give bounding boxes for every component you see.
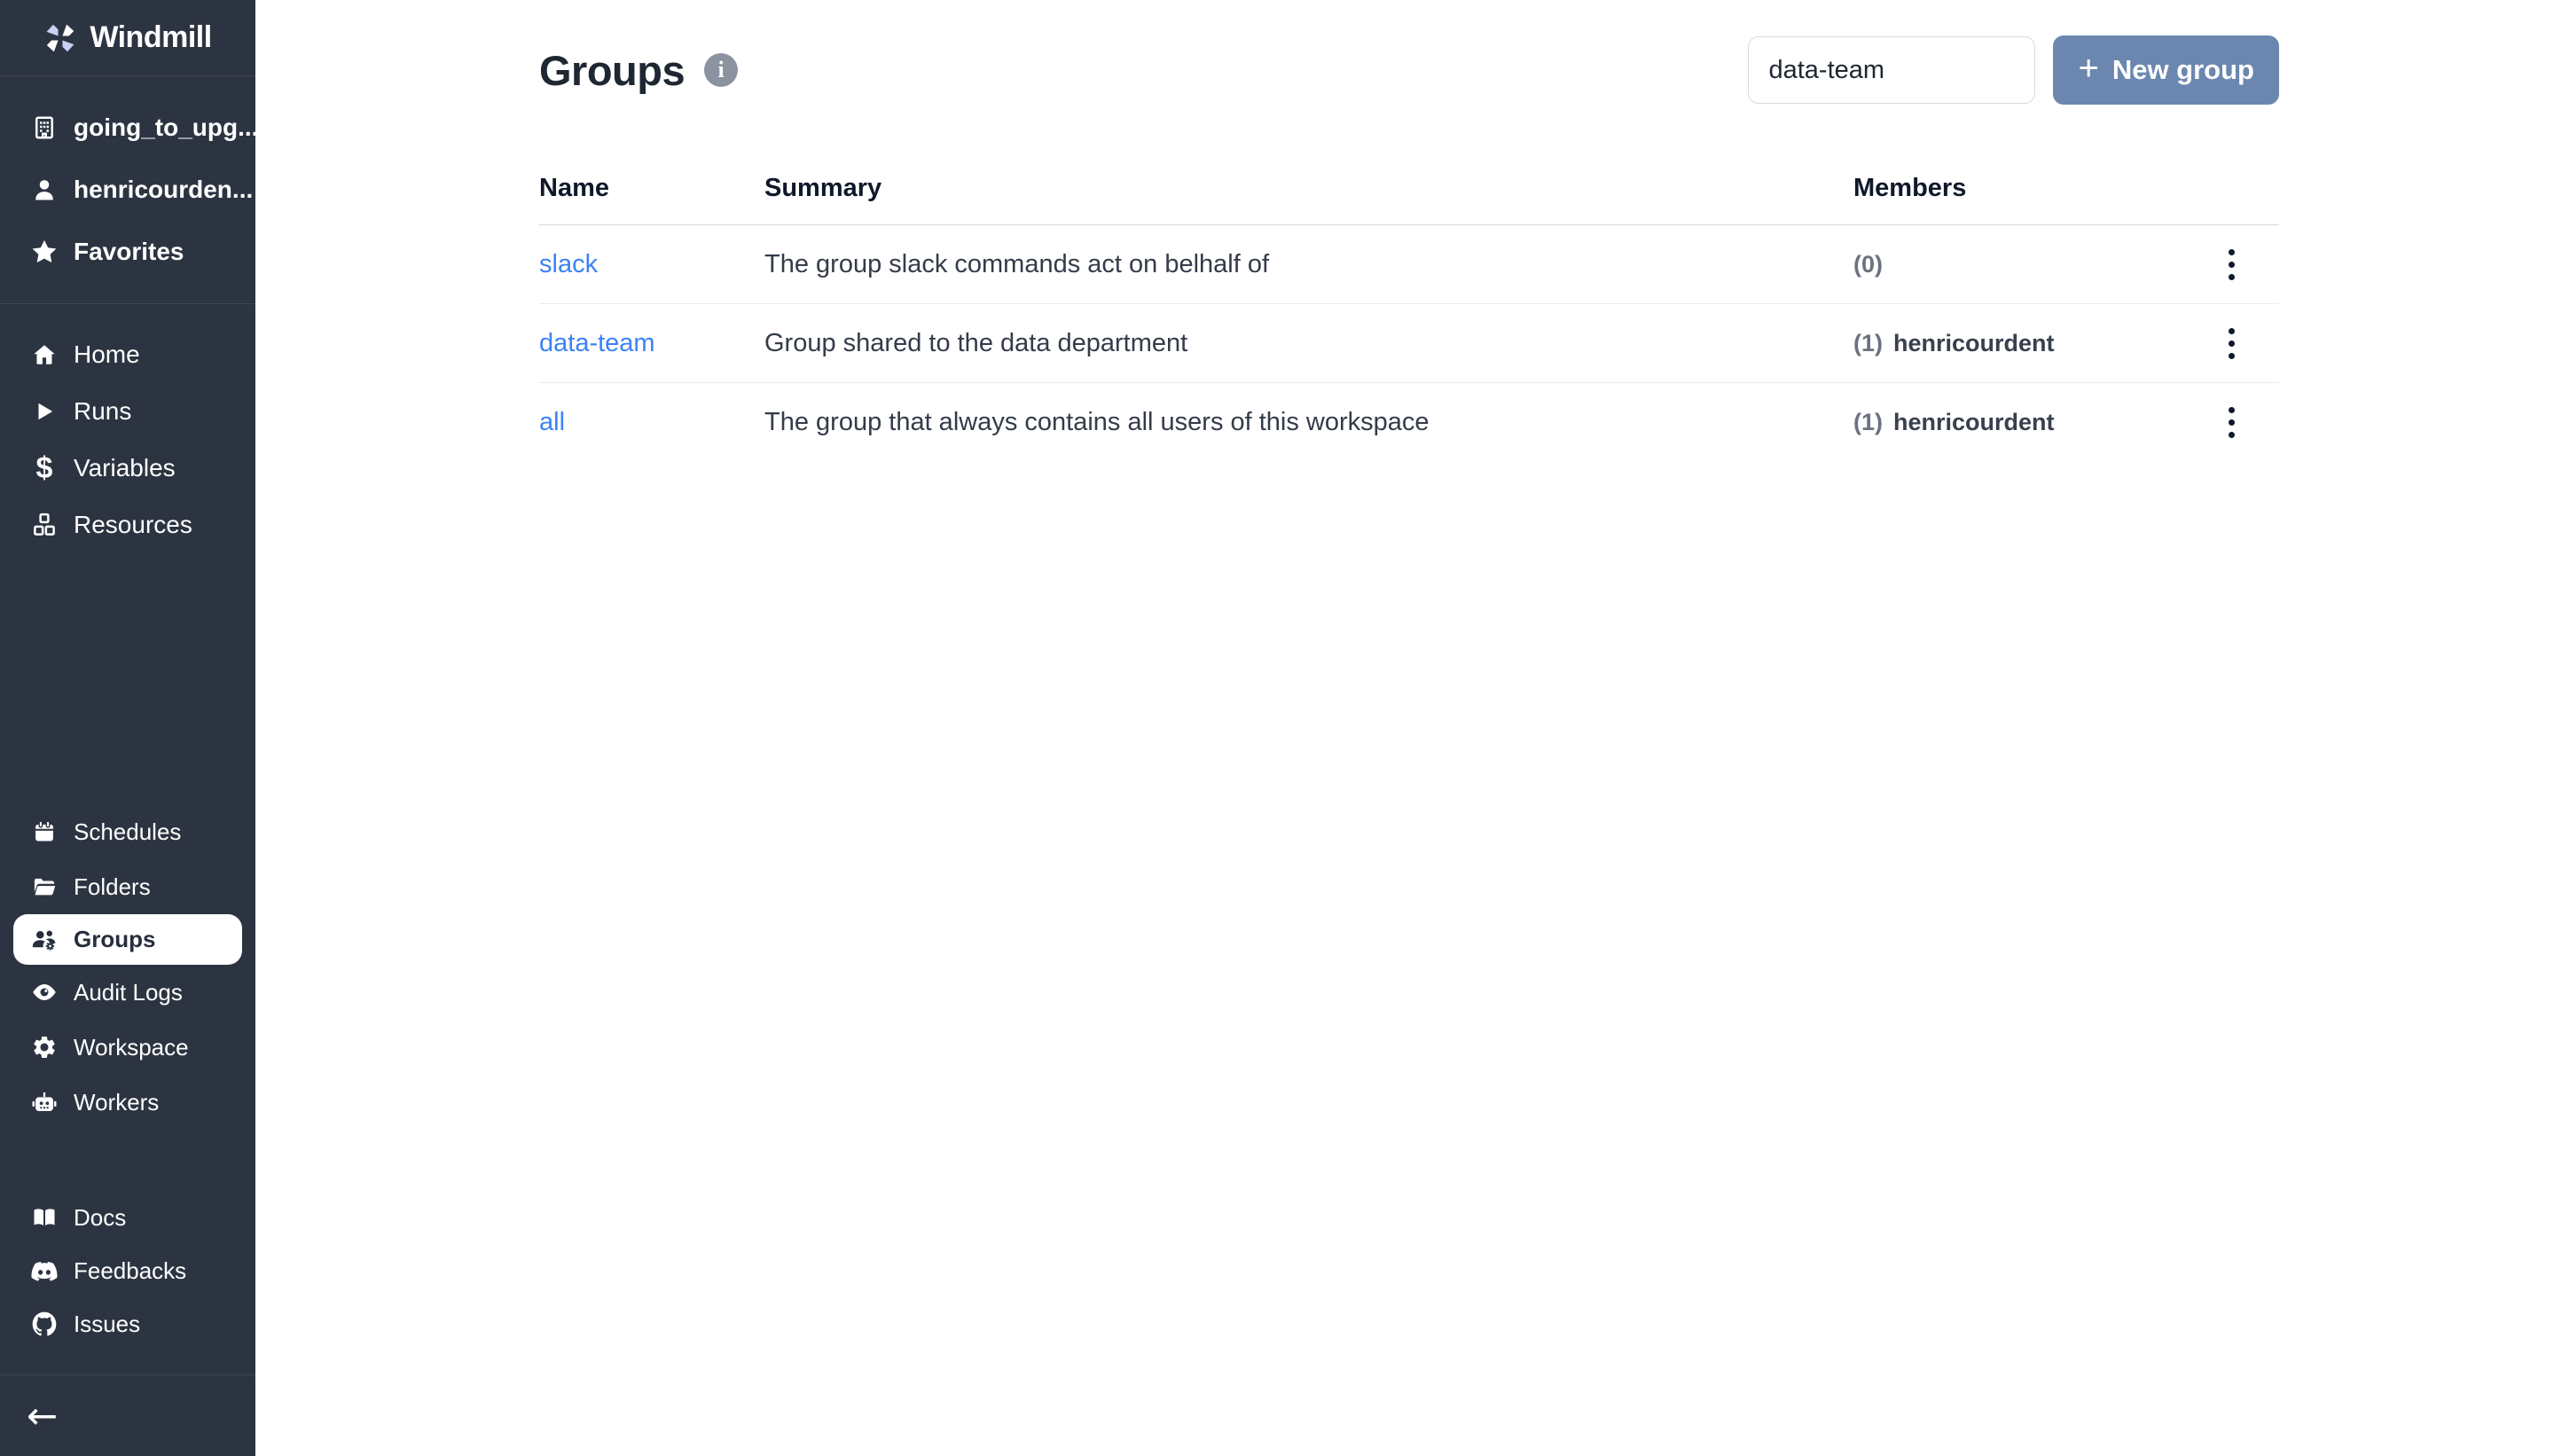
calendar-icon [29,817,59,847]
sidebar-primary-nav: Home Runs $ Variables [0,304,255,562]
column-header-name: Name [539,174,764,203]
app-logo[interactable]: Windmill [0,0,255,76]
nav-label: Issues [74,1311,140,1338]
table-row: data-team Group shared to the data depar… [539,304,2279,383]
members-count: (1) [1853,409,1883,436]
cubes-icon [29,510,59,540]
user-icon [29,175,59,205]
sidebar-external-nav: Docs Feedbacks Issues [0,1191,255,1374]
row-menu-button[interactable] [2216,239,2247,291]
group-members: (1) henricourdent [1853,330,2183,357]
column-header-summary: Summary [764,174,1853,203]
members-names: henricourdent [1893,330,2055,357]
dollar-icon: $ [29,453,59,483]
github-icon [29,1309,59,1339]
group-members: (1) henricourdent [1853,409,2183,436]
nav-label: Home [74,341,140,369]
nav-label: Workers [74,1089,159,1116]
new-group-button-label: New group [2112,54,2254,86]
main-content: Groups i + New group Name Summary Member… [255,0,2554,1456]
user-name: henricourden... [74,176,253,204]
sidebar-footer: ← [0,1374,255,1456]
nav-label: Resources [74,511,192,539]
info-icon[interactable]: i [704,53,738,87]
workspace-name: going_to_upg... [74,114,258,142]
star-icon [29,237,59,267]
favorites-label: Favorites [74,238,184,266]
book-icon [29,1202,59,1233]
sidebar-secondary-nav: Schedules Folders [0,804,255,1130]
play-icon [29,396,59,427]
user-menu[interactable]: henricourden... [0,159,255,221]
sidebar-item-home[interactable]: Home [0,326,255,383]
nav-label: Workspace [74,1034,189,1061]
sidebar-item-favorites[interactable]: Favorites [0,221,255,283]
kebab-icon [2229,249,2235,255]
members-count: (0) [1853,251,1883,278]
nav-label: Docs [74,1204,126,1232]
kebab-icon [2229,328,2235,334]
table-row: slack The group slack commands act on be… [539,225,2279,304]
sidebar-item-docs[interactable]: Docs [0,1191,255,1244]
home-icon [29,340,59,370]
nav-label: Runs [74,397,131,426]
folder-icon [29,872,59,902]
collapse-sidebar-button[interactable]: ← [27,1397,58,1435]
group-summary: The group slack commands act on belhalf … [764,250,1853,279]
nav-label: Audit Logs [74,979,183,1006]
sidebar-context-section: going_to_upg... henricourden... Favor [0,76,255,303]
nav-label: Folders [74,873,151,901]
workspace-switcher[interactable]: going_to_upg... [0,97,255,159]
windmill-logo-icon [43,21,77,55]
members-names: henricourdent [1893,409,2055,436]
eye-icon [29,977,59,1007]
gear-icon [29,1032,59,1062]
new-group-name-input[interactable] [1748,36,2035,104]
group-link[interactable]: all [539,408,565,436]
sidebar-item-workspace[interactable]: Workspace [0,1020,255,1075]
group-summary: Group shared to the data department [764,329,1853,358]
row-menu-button[interactable] [2216,317,2247,370]
new-group-button[interactable]: + New group [2053,35,2279,105]
nav-label: Variables [74,454,176,482]
group-members: (0) [1853,251,2183,278]
sidebar-item-audit-logs[interactable]: Audit Logs [0,965,255,1020]
discord-icon [29,1256,59,1286]
column-header-members: Members [1853,174,2183,203]
sidebar-item-variables[interactable]: $ Variables [0,440,255,497]
page-title: Groups [539,46,685,95]
nav-label: Schedules [74,818,181,846]
members-count: (1) [1853,330,1883,357]
nav-label: Groups [74,926,155,953]
group-summary: The group that always contains all users… [764,408,1853,437]
group-link[interactable]: data-team [539,329,655,357]
group-link[interactable]: slack [539,250,598,278]
table-header-row: Name Summary Members [539,153,2279,225]
user-group-icon [29,925,59,955]
sidebar-spacer [0,562,255,804]
left-arrow-icon: ← [27,1394,58,1437]
sidebar-item-schedules[interactable]: Schedules [0,804,255,859]
kebab-icon [2229,407,2235,413]
table-row: all The group that always contains all u… [539,383,2279,462]
robot-icon [29,1087,59,1117]
sidebar: Windmill going_to_upg... [0,0,255,1456]
sidebar-item-issues[interactable]: Issues [0,1297,255,1350]
sidebar-item-runs[interactable]: Runs [0,383,255,440]
nav-label: Feedbacks [74,1257,186,1285]
sidebar-item-folders[interactable]: Folders [0,859,255,914]
sidebar-item-feedbacks[interactable]: Feedbacks [0,1244,255,1297]
sidebar-item-groups[interactable]: Groups [13,914,242,965]
sidebar-item-workers[interactable]: Workers [0,1075,255,1130]
app-title: Windmill [90,20,211,55]
sidebar-item-resources[interactable]: Resources [0,497,255,553]
app-root: Windmill going_to_upg... [0,0,2554,1456]
building-icon [29,113,59,143]
page-header: Groups i + New group [539,35,2279,105]
groups-table: Name Summary Members slack The group sla… [539,153,2279,462]
row-menu-button[interactable] [2216,396,2247,449]
